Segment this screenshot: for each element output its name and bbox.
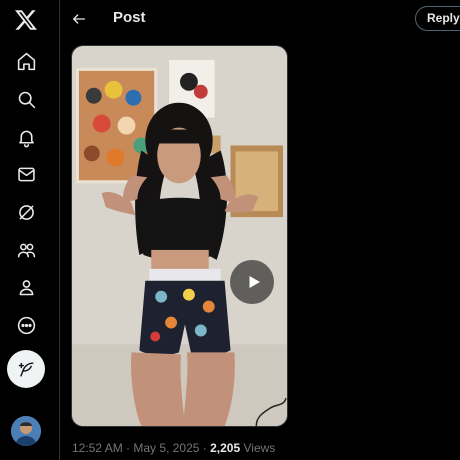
x-logo-icon[interactable] bbox=[11, 5, 41, 35]
back-button[interactable] bbox=[68, 8, 90, 30]
post-metadata: 12:52 AM · May 5, 2025 · 2,205 Views bbox=[72, 441, 275, 455]
column-divider bbox=[59, 0, 60, 460]
profile-icon[interactable] bbox=[11, 272, 41, 302]
home-icon[interactable] bbox=[11, 46, 41, 76]
back-arrow-icon bbox=[73, 14, 85, 24]
messages-icon[interactable] bbox=[11, 159, 41, 189]
sidebar-nav bbox=[0, 0, 52, 460]
post-date[interactable]: May 5, 2025 bbox=[133, 441, 199, 455]
post-video[interactable] bbox=[71, 45, 288, 427]
notifications-icon[interactable] bbox=[11, 122, 41, 152]
play-button[interactable] bbox=[230, 260, 274, 304]
video-thumbnail bbox=[72, 46, 287, 426]
meta-separator: · bbox=[126, 441, 131, 455]
explore-icon[interactable] bbox=[11, 84, 41, 114]
reply-button[interactable]: Reply bbox=[415, 6, 460, 31]
views-count: 2,205 bbox=[210, 441, 241, 455]
grok-icon[interactable] bbox=[11, 197, 41, 227]
compose-post-button[interactable] bbox=[7, 350, 45, 388]
more-icon[interactable] bbox=[11, 310, 41, 340]
views-label: Views bbox=[243, 441, 276, 455]
compose-post-icon bbox=[18, 361, 34, 377]
communities-icon[interactable] bbox=[11, 235, 41, 265]
page-title: Post bbox=[113, 9, 146, 26]
post-time[interactable]: 12:52 AM bbox=[72, 441, 123, 455]
meta-separator: · bbox=[202, 441, 207, 455]
play-icon bbox=[249, 276, 260, 288]
account-avatar[interactable] bbox=[11, 416, 41, 446]
